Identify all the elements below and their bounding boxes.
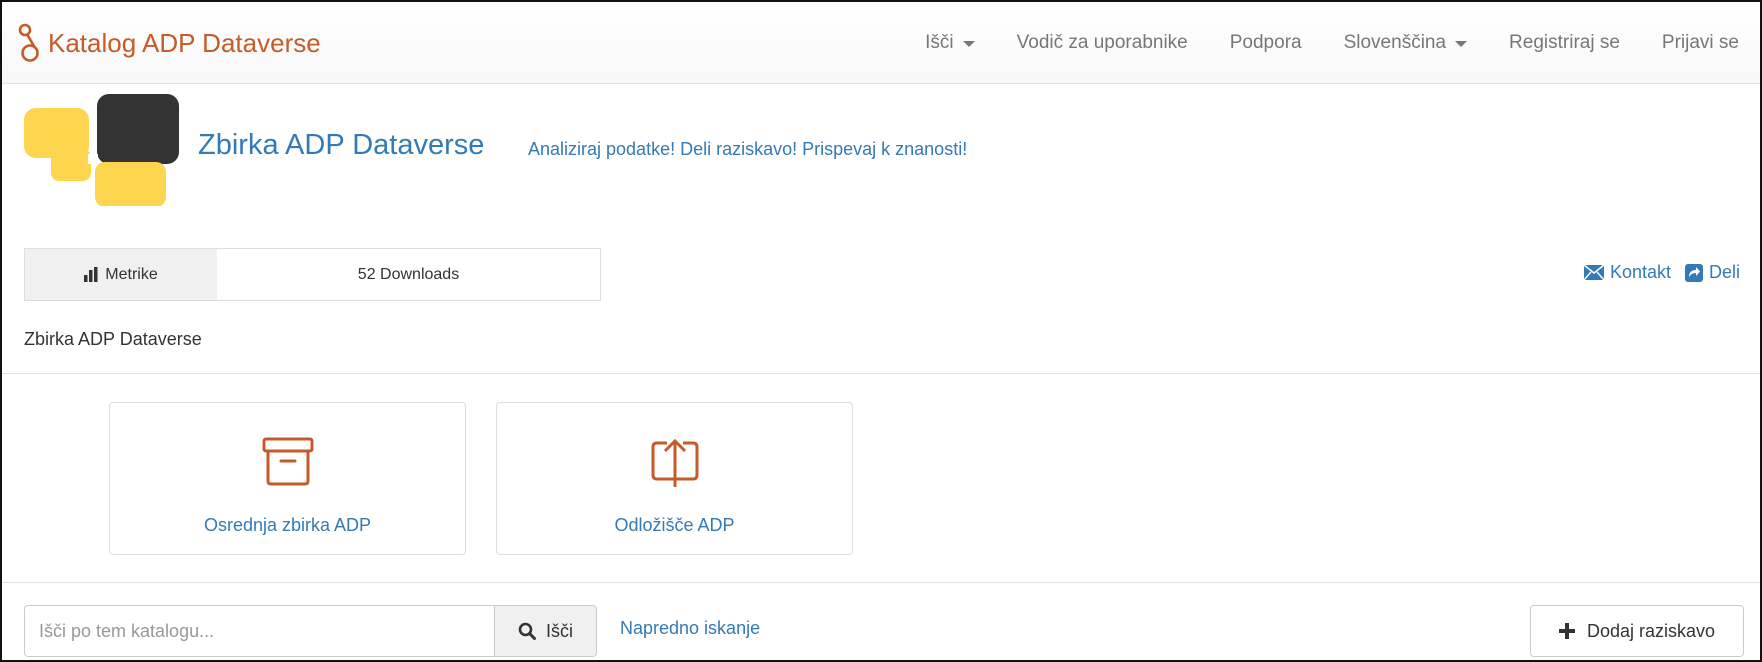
search-button[interactable]: Išči bbox=[494, 605, 597, 657]
share-label: Deli bbox=[1708, 262, 1740, 282]
nav-search-label: Išči bbox=[925, 32, 954, 53]
contact-share-links: Kontakt Deli bbox=[1570, 262, 1740, 283]
featured-card-label: Osrednja zbirka ADP bbox=[203, 515, 372, 535]
search-button-label: Išči bbox=[546, 620, 573, 641]
featured-card-odlozisce[interactable]: Odložišče ADP bbox=[496, 402, 853, 555]
metrics-label[interactable]: Metrike bbox=[25, 249, 217, 300]
contact-label: Kontakt bbox=[1609, 262, 1671, 282]
metrics-downloads: 52 Downloads bbox=[357, 265, 460, 283]
search-group: Išči bbox=[24, 605, 597, 657]
app-frame: Katalog ADP Dataverse Išči Vodič za upor… bbox=[0, 0, 1762, 662]
plus-icon bbox=[1558, 623, 1575, 639]
envelope-icon bbox=[1583, 265, 1604, 280]
nav-support[interactable]: Podpora bbox=[1209, 32, 1323, 54]
nav-sign-up[interactable]: Registriraj se bbox=[1488, 32, 1641, 54]
navbar: Katalog ADP Dataverse Išči Vodič za upor… bbox=[2, 2, 1760, 84]
caret-down-icon bbox=[1455, 41, 1468, 47]
archive-box-icon bbox=[262, 437, 313, 486]
nav-sign-up-label: Registriraj se bbox=[1509, 32, 1620, 53]
nav-log-in[interactable]: Prijavi se bbox=[1641, 32, 1760, 54]
caret-down-icon bbox=[962, 41, 975, 47]
search-input[interactable] bbox=[24, 605, 494, 657]
search-icon bbox=[518, 622, 536, 640]
dataverse-brand-icon bbox=[18, 23, 39, 62]
dataverse-tagline: Analiziraj podatke! Deli raziskavo! Pris… bbox=[528, 139, 968, 159]
section-divider bbox=[2, 582, 1760, 583]
contact-link[interactable]: Kontakt bbox=[1583, 262, 1671, 283]
nav-language-dropdown[interactable]: Slovenščina bbox=[1323, 32, 1488, 54]
advanced-search-link[interactable]: Napredno iskanje bbox=[620, 618, 760, 639]
brand-link[interactable]: Katalog ADP Dataverse bbox=[16, 22, 321, 64]
share-icon bbox=[1684, 263, 1703, 282]
share-link[interactable]: Deli bbox=[1684, 262, 1740, 283]
add-dataset-button[interactable]: Dodaj raziskavo bbox=[1530, 605, 1744, 657]
nav-menu: Išči Vodič za uporabnike Podpora Slovenš… bbox=[904, 2, 1760, 84]
featured-card-label: Odložišče ADP bbox=[614, 515, 735, 535]
brand-title: Katalog ADP Dataverse bbox=[48, 27, 321, 58]
dataverse-description: Zbirka ADP Dataverse bbox=[24, 329, 202, 349]
dataverse-title[interactable]: Zbirka ADP Dataverse bbox=[198, 129, 484, 162]
nav-log-in-label: Prijavi se bbox=[1661, 32, 1739, 53]
nav-support-label: Podpora bbox=[1229, 32, 1302, 53]
nav-user-guide[interactable]: Vodič za uporabnike bbox=[996, 32, 1209, 54]
section-divider bbox=[2, 373, 1760, 374]
metrics-block: Metrike 52 Downloads bbox=[24, 248, 601, 301]
metrics-label-text: Metrike bbox=[105, 265, 158, 283]
nav-language-label: Slovenščina bbox=[1343, 32, 1447, 53]
bar-chart-icon bbox=[84, 267, 98, 282]
dataverse-logo[interactable] bbox=[24, 94, 179, 206]
nav-search-dropdown[interactable]: Išči bbox=[904, 32, 996, 54]
upload-icon bbox=[651, 438, 698, 487]
add-dataset-label: Dodaj raziskavo bbox=[1586, 620, 1716, 641]
featured-card-osrednja-zbirka[interactable]: Osrednja zbirka ADP bbox=[109, 402, 466, 555]
nav-user-guide-label: Vodič za uporabnike bbox=[1016, 32, 1188, 53]
